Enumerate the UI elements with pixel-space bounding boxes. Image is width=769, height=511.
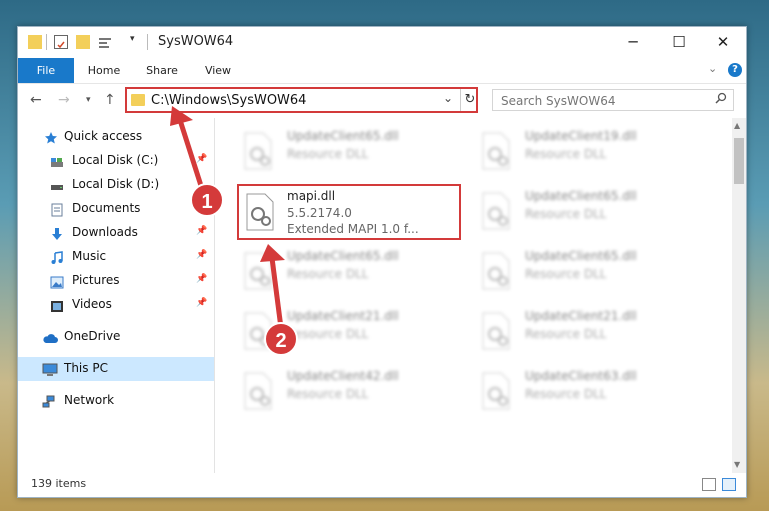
arrow-2-line — [269, 257, 284, 329]
annotation-arrows — [170, 106, 285, 329]
arrow-2-head — [260, 244, 285, 262]
step-2-badge: 2 — [264, 322, 298, 356]
arrow-1-line — [177, 119, 206, 193]
arrow-1-head — [170, 106, 193, 126]
step-1-badge: 1 — [190, 183, 224, 217]
